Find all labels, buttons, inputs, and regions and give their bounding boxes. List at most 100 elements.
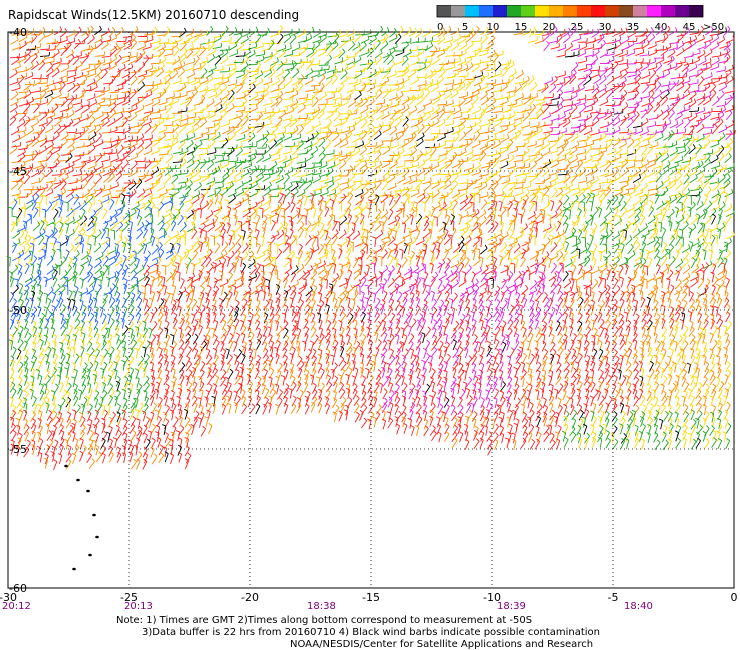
wind-barb xyxy=(30,153,40,156)
wind-barb-feather xyxy=(295,83,299,88)
wind-barb-feather xyxy=(688,105,691,110)
wind-barb xyxy=(535,182,545,185)
wind-barb xyxy=(121,154,129,162)
wind-barb xyxy=(452,37,462,43)
wind-barb-feather xyxy=(714,124,718,128)
wind-barb-feather xyxy=(101,111,104,116)
wind-barb-feather xyxy=(233,131,236,136)
wind-barb xyxy=(625,187,635,191)
wind-barb xyxy=(480,37,488,45)
wind-barb-feather xyxy=(670,56,673,61)
wind-barb xyxy=(548,86,557,94)
wind-barb-feather xyxy=(362,155,364,160)
wind-barb-feather xyxy=(662,56,665,61)
wind-barb-feather xyxy=(544,133,547,138)
wind-barb-feather xyxy=(449,90,453,95)
wind-barb-feather xyxy=(479,168,481,173)
wind-barb xyxy=(185,61,195,65)
wind-barb xyxy=(305,182,313,190)
wind-barb xyxy=(297,32,306,38)
wind-barb xyxy=(121,162,129,170)
wind-barb-feather xyxy=(184,182,187,187)
wind-barb xyxy=(23,84,32,91)
wind-barb-feather xyxy=(397,141,399,146)
wind-barb-feather xyxy=(253,153,257,158)
wind-barb-feather xyxy=(364,145,367,150)
wind-barb xyxy=(648,87,657,94)
wind-barb-feather xyxy=(378,165,381,170)
wind-barb xyxy=(570,136,579,142)
wind-barb xyxy=(150,112,160,114)
wind-barb-feather xyxy=(657,189,659,194)
wind-barb-feather xyxy=(604,88,607,93)
wind-barb-feather xyxy=(711,78,713,83)
wind-barb-feather xyxy=(191,153,195,158)
wind-barb-feather xyxy=(286,173,290,178)
wind-barb-feather xyxy=(310,34,313,39)
wind-barb xyxy=(626,43,635,49)
wind-barb-feather xyxy=(708,96,712,101)
wind-barb xyxy=(194,185,202,192)
wind-barb xyxy=(65,122,74,129)
wind-barb-feather xyxy=(568,118,571,123)
wind-barb-feather xyxy=(720,118,724,122)
wind-barb-feather xyxy=(723,105,727,110)
wind-barb-feather xyxy=(402,78,405,83)
wind-barb xyxy=(312,70,322,72)
wind-barb xyxy=(500,148,509,155)
wind-barb-feather xyxy=(396,93,398,98)
wind-barb-feather xyxy=(206,76,209,81)
wind-barb xyxy=(688,138,699,142)
wind-barb xyxy=(172,59,181,66)
wind-barb xyxy=(380,43,389,51)
wind-barb-feather xyxy=(180,36,182,41)
wind-barb-feather xyxy=(242,58,245,63)
wind-barb xyxy=(156,186,166,192)
wind-barb xyxy=(254,81,264,87)
wind-barb-feather xyxy=(349,165,354,169)
wind-barb xyxy=(563,108,573,113)
wind-barb-feather xyxy=(684,146,687,152)
wind-barb xyxy=(640,109,650,113)
wind-barb xyxy=(95,55,105,57)
wind-barb xyxy=(185,51,194,59)
wind-barb-feather xyxy=(661,161,663,166)
wind-barb xyxy=(95,42,103,50)
wind-barb-feather xyxy=(674,152,678,157)
wind-barb-feather xyxy=(364,118,368,123)
wind-barb-feather xyxy=(393,109,397,114)
wind-barb xyxy=(130,78,138,86)
wind-barb xyxy=(142,114,152,120)
wind-barb-feather xyxy=(269,153,272,158)
wind-barb xyxy=(18,148,28,150)
wind-barb-feather xyxy=(681,119,684,124)
wind-barb-feather xyxy=(151,64,154,69)
wind-barb-feather xyxy=(457,69,460,74)
wind-barb-feather xyxy=(94,189,96,194)
wind-barb-feather xyxy=(471,179,474,184)
wind-barb xyxy=(368,38,377,45)
wind-barb xyxy=(688,127,695,136)
wind-barb-feather xyxy=(257,61,262,66)
wind-barb-feather xyxy=(357,147,361,151)
wind-barb-feather xyxy=(409,26,412,31)
wind-barb-feather xyxy=(522,113,524,118)
wind-barb-feather xyxy=(19,43,21,48)
wind-barb-feather xyxy=(547,140,551,145)
wind-barb xyxy=(101,104,111,106)
wind-barb-feather xyxy=(626,63,629,69)
wind-barb-feather xyxy=(417,57,420,62)
wind-barb xyxy=(480,93,488,101)
wind-barb xyxy=(255,54,265,57)
wind-barb-feather xyxy=(493,139,496,145)
wind-barb-feather xyxy=(66,131,69,136)
wind-barb-feather xyxy=(624,89,628,94)
wind-barb-feather xyxy=(88,63,91,68)
wind-barb xyxy=(359,85,367,93)
wind-barb-feather xyxy=(35,193,40,197)
wind-barb xyxy=(144,177,153,183)
wind-barb xyxy=(724,156,732,164)
wind-barb-feather xyxy=(590,154,593,159)
wind-barb xyxy=(535,99,545,101)
wind-barb xyxy=(542,35,550,42)
